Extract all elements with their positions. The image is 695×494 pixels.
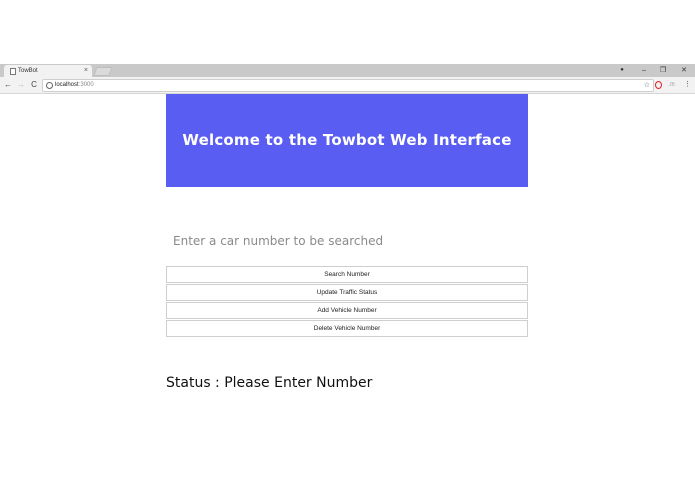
opera-extension-icon[interactable]	[655, 81, 662, 89]
page-icon	[10, 68, 16, 75]
url-port: :3000	[78, 82, 94, 88]
update-traffic-status-button[interactable]: Update Traffic Status	[166, 284, 528, 301]
search-number-button[interactable]: Search Number	[166, 266, 528, 283]
profile-icon[interactable]: ●	[612, 64, 632, 77]
screen-top-margin	[0, 0, 695, 64]
url-text: localhost:3000	[55, 80, 94, 91]
restore-button[interactable]: ❐	[653, 64, 673, 77]
tab-strip: TowBot × ● – ❐ ✕	[0, 64, 695, 77]
back-arrow-icon[interactable]: ←	[3, 79, 13, 91]
url-host: localhost	[55, 82, 79, 88]
reload-icon[interactable]: C	[29, 79, 39, 91]
info-icon[interactable]	[46, 82, 53, 89]
welcome-banner: Welcome to the Towbot Web Interface	[166, 94, 528, 187]
address-bar[interactable]: localhost:3000 ☆	[42, 79, 654, 92]
car-number-input[interactable]	[166, 229, 528, 253]
browser-toolbar: ← → C localhost:3000 ☆ JB ⋮	[0, 77, 695, 94]
browser-tab[interactable]: TowBot ×	[4, 65, 92, 77]
forward-arrow-icon[interactable]: →	[16, 79, 26, 91]
status-text: Status : Please Enter Number	[166, 375, 373, 391]
window-close-button[interactable]: ✕	[674, 64, 694, 77]
jetbrains-extension-icon[interactable]: JB	[669, 80, 675, 90]
minimize-button[interactable]: –	[634, 64, 654, 77]
browser-menu-icon[interactable]: ⋮	[684, 80, 691, 90]
delete-vehicle-number-button[interactable]: Delete Vehicle Number	[166, 320, 528, 337]
tab-title: TowBot	[18, 68, 38, 74]
add-vehicle-number-button[interactable]: Add Vehicle Number	[166, 302, 528, 319]
action-buttons: Search Number Update Traffic Status Add …	[166, 266, 528, 338]
new-tab-button[interactable]	[93, 67, 113, 76]
bookmark-star-icon[interactable]: ☆	[644, 80, 650, 91]
tab-close-icon[interactable]: ×	[84, 65, 88, 77]
page-title: Welcome to the Towbot Web Interface	[182, 131, 512, 149]
